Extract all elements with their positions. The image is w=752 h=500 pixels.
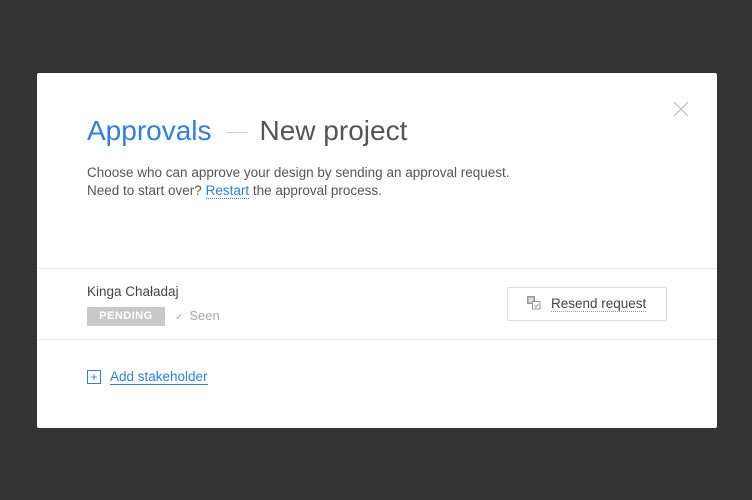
title-project: New project bbox=[259, 115, 408, 146]
close-icon[interactable] bbox=[673, 101, 689, 117]
description-suffix: the approval process. bbox=[252, 183, 382, 198]
divider bbox=[37, 339, 717, 340]
modal-title: Approvals New project bbox=[87, 115, 407, 147]
add-stakeholder-label: Add stakeholder bbox=[110, 369, 208, 385]
seen-status: ✓ Seen bbox=[175, 308, 220, 323]
add-stakeholder-button[interactable]: + Add stakeholder bbox=[87, 369, 208, 385]
check-icon: ✓ bbox=[175, 312, 184, 323]
divider bbox=[37, 268, 717, 269]
stakeholder-name: Kinga Chaładaj bbox=[87, 284, 179, 299]
approvals-modal: Approvals New project Choose who can appr… bbox=[37, 73, 717, 428]
plus-icon: + bbox=[87, 370, 101, 384]
restart-link[interactable]: Restart bbox=[205, 183, 250, 199]
resend-label: Resend request bbox=[551, 296, 647, 312]
resend-request-button[interactable]: Resend request bbox=[507, 287, 667, 321]
description-prefix: Need to start over? bbox=[87, 183, 202, 198]
modal-description: Choose who can approve your design by se… bbox=[87, 164, 510, 200]
seen-label: Seen bbox=[189, 308, 220, 323]
description-line-1: Choose who can approve your design by se… bbox=[87, 165, 510, 180]
status-badge: PENDING bbox=[87, 307, 165, 326]
title-separator bbox=[225, 132, 248, 134]
resend-icon bbox=[527, 296, 541, 310]
title-approvals: Approvals bbox=[87, 115, 212, 146]
